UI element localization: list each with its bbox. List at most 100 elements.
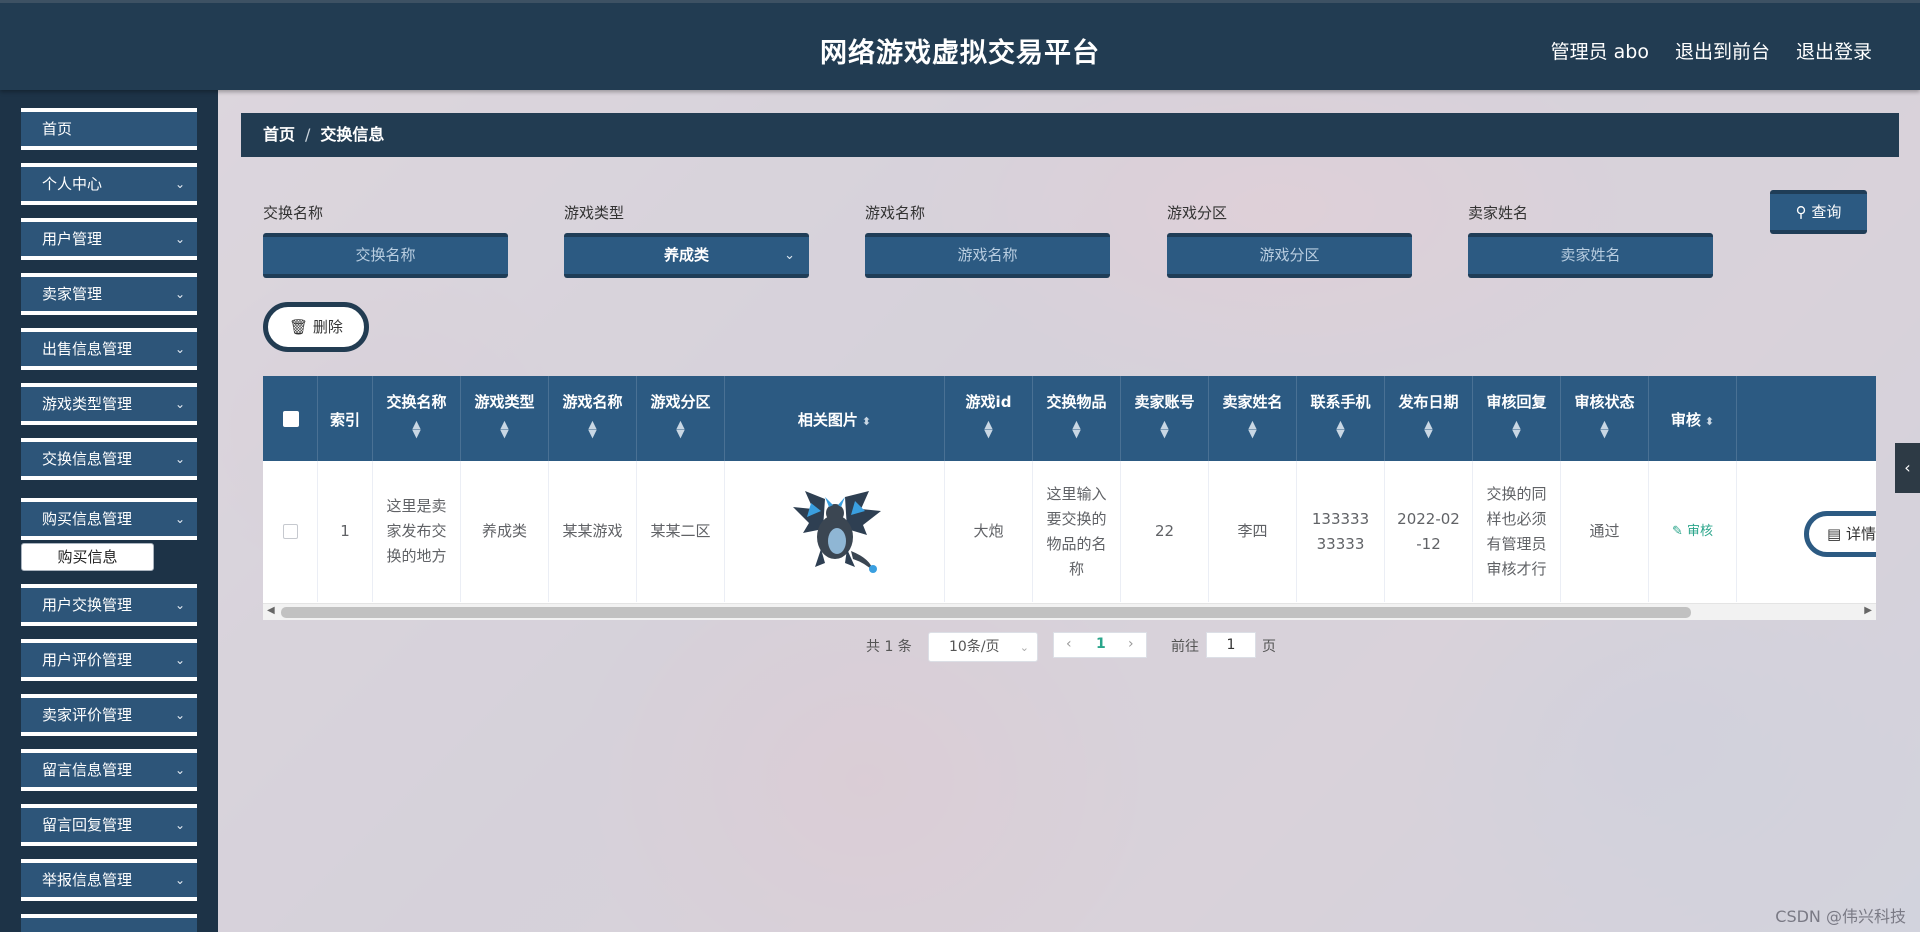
sort-icon[interactable]: ▲ ▼	[549, 419, 636, 439]
exchange-name-input[interactable]: 交换名称	[263, 233, 508, 278]
game-type-select[interactable]: 养成类 ⌄	[564, 233, 809, 278]
sidebar-item-report[interactable]: 举报信息管理 ⌄	[21, 859, 197, 901]
sort-icon[interactable]: ▲ ▼	[1473, 419, 1560, 439]
cell-index: 1	[318, 461, 373, 602]
header-index-label: 索引	[329, 411, 360, 429]
header-audit[interactable]: 审核 ⬍	[1649, 376, 1737, 461]
sort-icon[interactable]: ▲ ▼	[461, 419, 548, 439]
header-exchange-name[interactable]: 交换名称 ▲ ▼	[373, 376, 461, 461]
goto-label: 前往	[1171, 639, 1199, 655]
header-label: 审核状态	[1574, 393, 1635, 411]
game-zone-input[interactable]: 游戏分区	[1167, 233, 1412, 278]
audit-link[interactable]: ✎ 审核	[1672, 519, 1713, 544]
header-seller-name[interactable]: 卖家姓名 ▲ ▼	[1209, 376, 1297, 461]
sidebar-item-user-review[interactable]: 用户评价管理 ⌄	[21, 639, 197, 681]
seller-name-label: 卖家姓名	[1468, 204, 1529, 222]
seller-name-input[interactable]: 卖家姓名	[1468, 233, 1713, 278]
sort-icon[interactable]: ⬍	[1705, 415, 1714, 428]
sidebar-item-message[interactable]: 留言信息管理 ⌄	[21, 749, 197, 791]
prev-page-icon[interactable]: ‹	[1066, 636, 1072, 652]
header-label: 审核	[1670, 411, 1701, 429]
next-page-icon[interactable]: ›	[1128, 636, 1134, 652]
query-button[interactable]: ⚲ 查询	[1770, 190, 1867, 234]
select-all-checkbox[interactable]	[283, 411, 299, 427]
header-date[interactable]: 发布日期 ▲ ▼	[1385, 376, 1473, 461]
header-label: 游戏id	[965, 393, 1012, 411]
breadcrumb: 首页 / 交换信息	[241, 113, 1899, 157]
chevron-down-icon: ⌄	[174, 512, 185, 526]
header-phone[interactable]: 联系手机 ▲ ▼	[1297, 376, 1385, 461]
detail-button[interactable]: ▤ 详情	[1804, 511, 1876, 557]
sort-icon[interactable]: ▲ ▼	[373, 419, 460, 439]
sidebar-item-game-type[interactable]: 游戏类型管理 ⌄	[21, 383, 197, 425]
top-header: 网络游戏虚拟交易平台 管理员 abo 退出到前台 退出登录	[0, 0, 1920, 90]
sidebar-item-personal-center[interactable]: 个人中心 ⌄	[21, 163, 197, 205]
submenu-item-purchase[interactable]: 购买信息	[21, 543, 154, 571]
row-checkbox[interactable]	[282, 524, 298, 539]
header-status[interactable]: 审核状态 ▲ ▼	[1561, 376, 1649, 461]
row-select-cell	[263, 461, 318, 602]
game-name-input[interactable]: 游戏名称	[865, 233, 1110, 278]
header-exchange-item[interactable]: 交换物品 ▲ ▼	[1033, 376, 1121, 461]
scrollbar-thumb[interactable]	[281, 607, 1691, 618]
chevron-down-icon: ⌄	[174, 708, 185, 722]
dragon-image	[792, 490, 881, 573]
scroll-left-icon[interactable]: ◀	[267, 605, 275, 616]
sort-icon[interactable]: ▲ ▼	[1209, 419, 1296, 439]
sidebar-item-partial[interactable]	[21, 914, 197, 932]
cell-date: 2022-02-12	[1385, 461, 1473, 602]
sidebar-item-seller-management[interactable]: 卖家管理 ⌄	[21, 273, 197, 315]
sort-icon[interactable]: ▲ ▼	[1561, 419, 1648, 439]
header-reply[interactable]: 审核回复 ▲ ▼	[1473, 376, 1561, 461]
header-game-name[interactable]: 游戏名称 ▲ ▼	[549, 376, 637, 461]
goto-page-input[interactable]: 1	[1206, 632, 1256, 658]
table-row: 1 这里是卖家发布交换的地方 养成类 某某游戏 某某二区 大炮 这里输入要交换的…	[263, 461, 1876, 602]
exit-to-frontend-link[interactable]: 退出到前台	[1675, 37, 1770, 64]
header-image[interactable]: 相关图片 ⬍	[725, 376, 945, 461]
header-game-zone[interactable]: 游戏分区 ▲ ▼	[637, 376, 725, 461]
cell-game-name: 某某游戏	[549, 461, 637, 602]
header-game-id[interactable]: 游戏id ▲ ▼	[945, 376, 1033, 461]
sidebar-item-user-exchange[interactable]: 用户交换管理 ⌄	[21, 584, 197, 626]
logout-link[interactable]: 退出登录	[1796, 37, 1872, 64]
page-size-select[interactable]: 10条/页 ⌄	[928, 632, 1038, 662]
sidebar-item-user-management[interactable]: 用户管理 ⌄	[21, 218, 197, 260]
sidebar-item-message-reply[interactable]: 留言回复管理 ⌄	[21, 804, 197, 846]
chevron-down-icon: ⌄	[174, 232, 185, 246]
sidebar-item-label: 用户管理	[42, 230, 103, 248]
delete-button[interactable]: 🗑 删除	[263, 302, 369, 352]
sidebar-item-seller-review[interactable]: 卖家评价管理 ⌄	[21, 694, 197, 736]
breadcrumb-home[interactable]: 首页	[263, 125, 295, 144]
sort-icon[interactable]: ▲ ▼	[1121, 419, 1208, 439]
cell-image	[725, 461, 945, 602]
collapse-panel-button[interactable]: ‹	[1895, 443, 1920, 493]
sort-icon[interactable]: ▲ ▼	[945, 419, 1032, 439]
cell-audit: ✎ 审核	[1649, 461, 1737, 602]
cell-exchange-name: 这里是卖家发布交换的地方	[373, 461, 461, 602]
sidebar-item-purchase-info[interactable]: 购买信息管理 ⌄	[21, 498, 197, 540]
scroll-right-icon[interactable]: ▶	[1864, 605, 1872, 616]
header-label: 交换名称	[386, 393, 447, 411]
sort-icon[interactable]: ▲ ▼	[1297, 419, 1384, 439]
table-header: 索引 交换名称 ▲ ▼ 游戏类型 ▲ ▼ 游戏名称 ▲ ▼ 游戏分区 ▲ ▼ 相关图片 ⬍…	[263, 376, 1876, 461]
trash-icon: 🗑	[289, 318, 309, 336]
horizontal-scrollbar[interactable]: ◀ ▶	[263, 603, 1876, 620]
header-game-type[interactable]: 游戏类型 ▲ ▼	[461, 376, 549, 461]
header-seller-account[interactable]: 卖家账号 ▲ ▼	[1121, 376, 1209, 461]
sort-icon[interactable]: ▲ ▼	[1385, 419, 1472, 439]
detail-button-label: 详情	[1845, 525, 1876, 543]
header-label: 游戏分区	[650, 393, 711, 411]
sidebar: 首页 个人中心 ⌄ 用户管理 ⌄ 卖家管理 ⌄ 出售信息管理 ⌄ 游戏类型管理 ⌄ 交换信…	[0, 90, 218, 932]
sort-icon[interactable]: ▲ ▼	[1033, 419, 1120, 439]
page-number[interactable]: 1	[1096, 636, 1106, 652]
sidebar-item-exchange-info[interactable]: 交换信息管理 ⌄	[21, 438, 197, 480]
sidebar-item-sale-info[interactable]: 出售信息管理 ⌄	[21, 328, 197, 370]
sort-icon[interactable]: ⬍	[862, 415, 871, 428]
admin-user-link[interactable]: 管理员 abo	[1551, 37, 1649, 64]
sort-icon[interactable]: ▲ ▼	[637, 419, 724, 439]
chevron-down-icon: ⌄	[174, 452, 185, 466]
query-button-label: 查询	[1811, 203, 1842, 221]
chevron-down-icon: ⌄	[174, 397, 185, 411]
game-name-label: 游戏名称	[865, 204, 926, 222]
sidebar-item-home[interactable]: 首页	[21, 108, 197, 150]
